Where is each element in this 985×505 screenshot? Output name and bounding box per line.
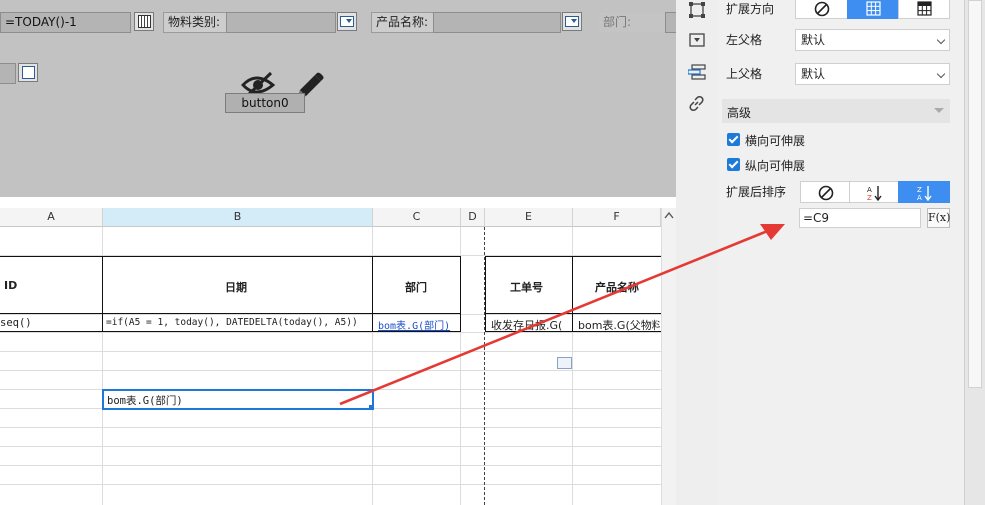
annotation-arrow — [339, 224, 785, 406]
annotation-arrow-line — [339, 228, 771, 406]
